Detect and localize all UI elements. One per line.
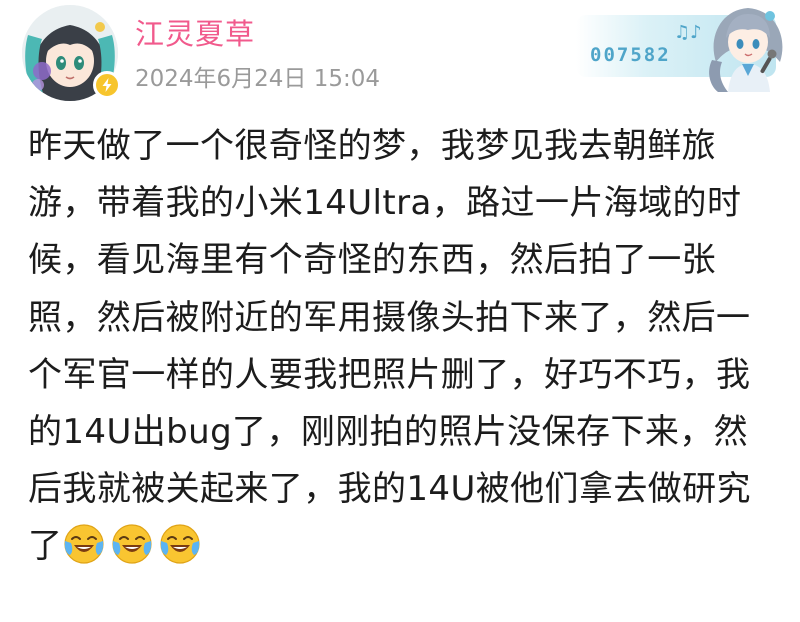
laughing-crying-emoji-icon	[110, 521, 154, 565]
post-line: 个军官一样的人要我把照片删了，好巧不巧，我	[28, 354, 751, 395]
emoji-row	[62, 524, 206, 566]
username[interactable]: 江灵夏草	[135, 14, 255, 54]
post-line: 游，带着我的小米14Ultra，路过一片海域的时	[28, 183, 742, 224]
luo-tianyi-character-icon	[702, 2, 794, 92]
post-content: 昨天做了一个很奇怪的梦，我梦见我去朝鲜旅 游，带着我的小米14Ultra，路过一…	[28, 118, 780, 576]
fan-card-decoration[interactable]: 007582 ♫♪	[576, 0, 800, 92]
laughing-crying-emoji-icon	[158, 521, 202, 565]
lightning-icon	[102, 78, 112, 92]
vip-badge	[93, 71, 121, 99]
post-last-line: 了	[28, 518, 780, 575]
weibo-post: 江灵夏草 2024年6月24日 15:04 007582 ♫♪ 昨天做了一个很奇…	[0, 0, 800, 622]
music-notes-icon: ♫♪	[674, 22, 702, 43]
post-line: 的14U出bug了，刚刚拍的照片没保存下来，然	[28, 412, 749, 453]
post-line: 了	[28, 526, 63, 567]
post-line: 昨天做了一个很奇怪的梦，我梦见我去朝鲜旅	[28, 126, 716, 166]
fan-card-number: 007582	[590, 44, 671, 66]
post-line: 候，看见海里有个奇怪的东西，然后拍了一张	[28, 240, 716, 281]
post-line: 后我就被关起来了，我的14U被他们拿去做研究	[28, 469, 751, 510]
laughing-crying-emoji-icon	[62, 521, 106, 565]
post-line: 照，然后被附近的军用摄像头拍下来了，然后一	[28, 297, 751, 338]
post-timestamp: 2024年6月24日 15:04	[135, 66, 381, 92]
avatar-container[interactable]	[22, 5, 121, 101]
